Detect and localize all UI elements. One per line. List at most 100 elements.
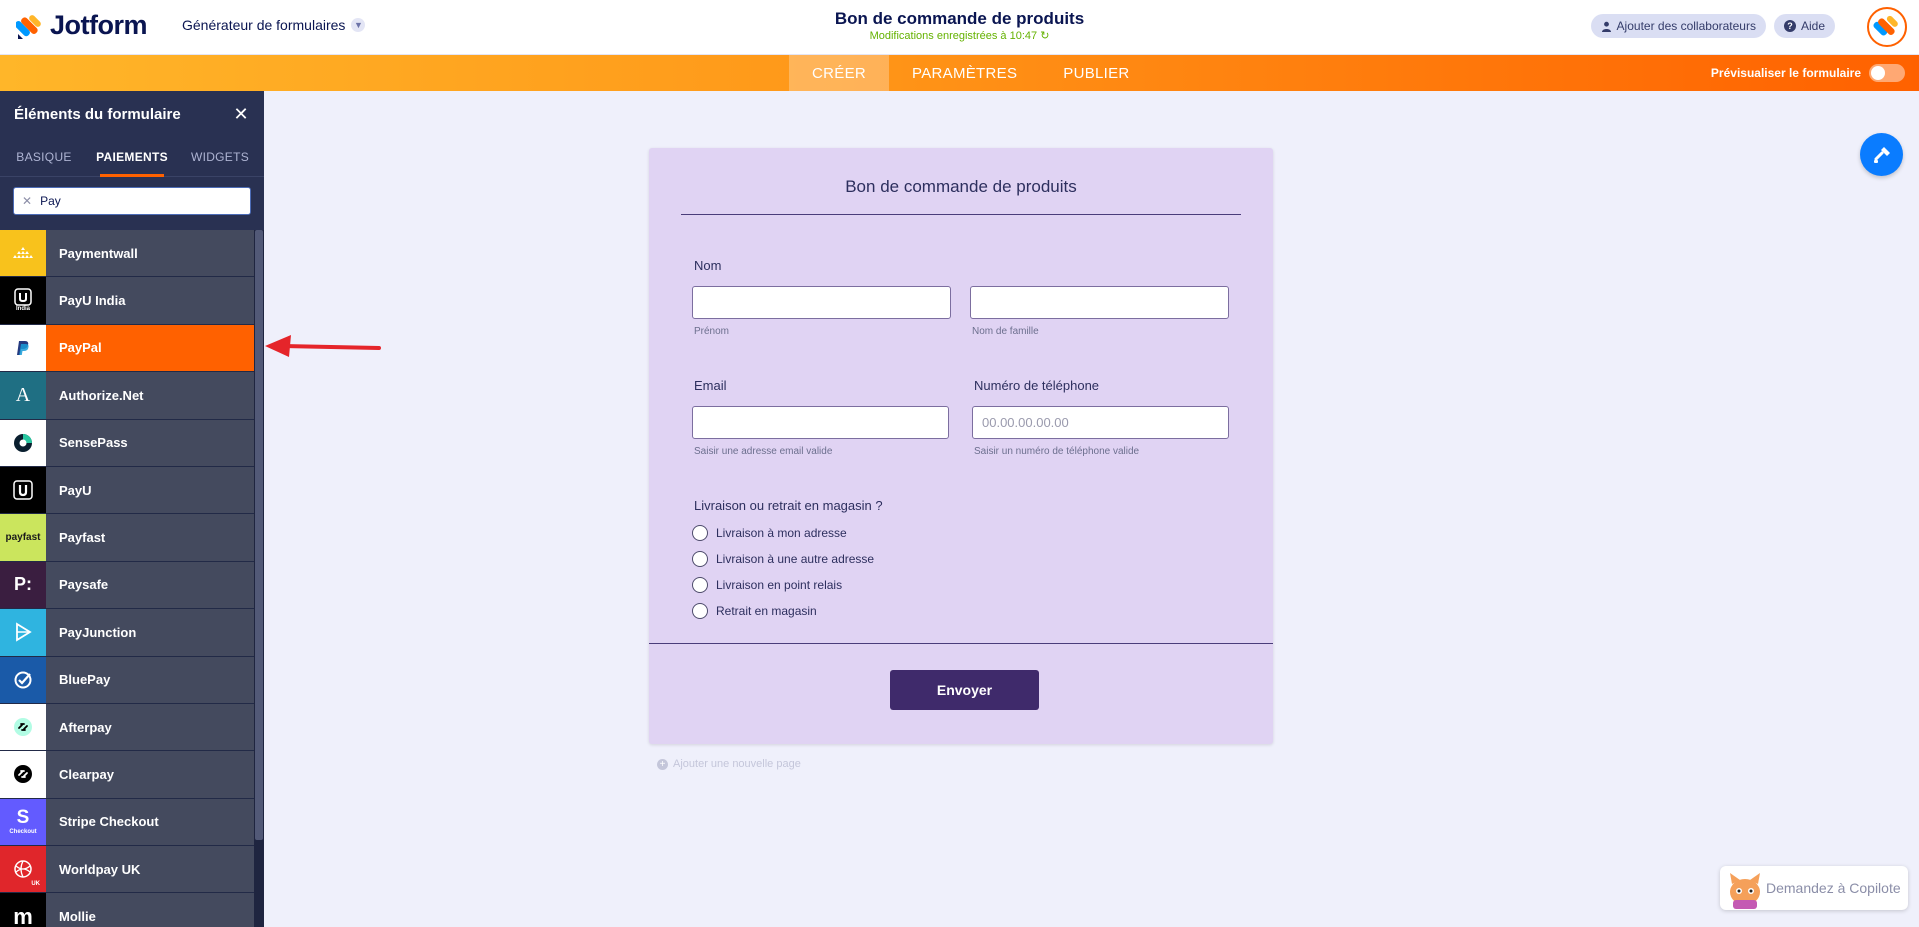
stripe-glyph: S: [16, 807, 30, 829]
form-designer-button[interactable]: [1860, 133, 1903, 176]
authorize-net-icon: A: [0, 372, 46, 419]
list-item-payu[interactable]: PayU: [0, 466, 254, 515]
bluepay-icon: [0, 656, 46, 703]
element-search: ✕: [13, 187, 251, 215]
list-item-afterpay[interactable]: Afterpay: [0, 703, 254, 752]
list-item-sensepass[interactable]: SensePass: [0, 419, 254, 467]
list-item-label: Stripe Checkout: [59, 814, 159, 830]
list-item-paysafe[interactable]: P: Paysafe: [0, 561, 254, 610]
radio-option[interactable]: Livraison en point relais: [692, 577, 842, 593]
close-icon[interactable]: ✕: [232, 105, 250, 123]
list-item-label: Afterpay: [59, 719, 112, 735]
mollie-icon: m: [0, 893, 46, 927]
radio-label: Livraison à mon adresse: [716, 526, 847, 540]
help-button[interactable]: ? Aide: [1773, 14, 1835, 38]
phone-placeholder: 00.00.00.00.00: [982, 415, 1069, 430]
panel-title: Éléments du formulaire: [14, 105, 181, 123]
radio-circle[interactable]: [692, 551, 708, 567]
list-item-label: SensePass: [59, 435, 128, 451]
list-item-paymentwall[interactable]: Paymentwall: [0, 230, 254, 278]
radio-option[interactable]: Livraison à une autre adresse: [692, 551, 874, 567]
clear-search-icon[interactable]: ✕: [22, 194, 32, 208]
paysafe-glyph: P:: [14, 574, 32, 595]
user-icon: [1601, 21, 1611, 32]
radio-circle[interactable]: [692, 603, 708, 619]
plus-icon: +: [657, 758, 668, 770]
form-heading[interactable]: Bon de commande de produits: [649, 177, 1273, 197]
annotation-arrow-icon: [265, 335, 381, 357]
panel-header: Éléments du formulaire ✕: [0, 91, 264, 137]
radio-label: Livraison en point relais: [716, 578, 843, 592]
list-item-label: PayU: [59, 482, 92, 498]
email-field[interactable]: [692, 406, 949, 439]
payjunction-icon: [0, 609, 46, 656]
copilot-label: Demandez à Copilote: [1766, 880, 1901, 896]
form-title-text[interactable]: Bon de commande de produits: [835, 9, 1084, 28]
list-item-payjunction[interactable]: PayJunction: [0, 609, 254, 657]
search-input[interactable]: [40, 194, 241, 208]
last-name-input[interactable]: [970, 286, 1229, 319]
radio-circle[interactable]: [692, 525, 708, 541]
list-item-worldpay-uk[interactable]: UK Worldpay UK: [0, 846, 254, 894]
panel-scrollbar-thumb[interactable]: [255, 230, 263, 840]
payu-icon: [0, 466, 46, 514]
radio-label: Retrait en magasin: [716, 604, 817, 618]
tab-publish[interactable]: PUBLIER: [1040, 55, 1152, 91]
paymentwall-icon: [0, 230, 46, 277]
preview-form: Prévisualiser le formulaire: [1711, 64, 1905, 82]
list-item-payfast[interactable]: payfast Payfast: [0, 514, 254, 562]
refresh-icon: ↻: [1040, 30, 1050, 42]
add-collaborators-button[interactable]: Ajouter des collaborateurs: [1590, 14, 1766, 38]
worldpay-sub: UK: [31, 881, 40, 888]
list-item-payu-india[interactable]: India PayU India: [0, 277, 254, 325]
tab-create[interactable]: CRÉER: [789, 55, 890, 91]
avatar[interactable]: [1867, 7, 1907, 47]
radio-option[interactable]: Livraison à mon adresse: [692, 525, 847, 541]
delivery-label: Livraison ou retrait en magasin ?: [694, 498, 883, 513]
copilot-button[interactable]: Demandez à Copilote: [1720, 866, 1908, 910]
form-canvas: Bon de commande de produits Nom Prénom N…: [649, 148, 1273, 744]
first-name-input[interactable]: [692, 286, 951, 319]
phone-label: Numéro de téléphone: [974, 378, 1100, 393]
preview-form-label: Prévisualiser le formulaire: [1710, 66, 1861, 80]
list-item-paypal[interactable]: PayPal: [0, 324, 254, 373]
submit-button[interactable]: Envoyer: [890, 670, 1039, 710]
list-item-authorize-net[interactable]: A Authorize.Net: [0, 372, 254, 420]
paint-roller-icon: [1873, 146, 1890, 163]
paysafe-icon: P:: [0, 561, 46, 609]
add-new-page-button[interactable]: + Ajouter une nouvelle page: [657, 758, 801, 770]
worldpay-uk-icon: UK: [0, 846, 46, 893]
builder-tabs: CRÉER PARAMÈTRES PUBLIER: [789, 55, 1153, 91]
afterpay-icon: [0, 703, 46, 751]
list-item-mollie[interactable]: m Mollie: [0, 893, 254, 927]
tab-payments[interactable]: PAIEMENTS: [88, 137, 176, 177]
payfast-icon: payfast: [0, 514, 46, 561]
add-collaborators-label: Ajouter des collaborateurs: [1616, 19, 1756, 33]
stripe-sub: Checkout: [9, 829, 37, 836]
list-item-label: Payfast: [59, 530, 106, 546]
list-item-label: PayU India: [59, 293, 126, 309]
list-item-label: Mollie: [59, 909, 96, 925]
list-item-stripe-checkout[interactable]: S Checkout Stripe Checkout: [0, 798, 254, 847]
tab-settings[interactable]: PARAMÈTRES: [889, 55, 1040, 91]
add-new-page-label: Ajouter une nouvelle page: [673, 758, 801, 770]
preview-toggle[interactable]: [1869, 64, 1905, 82]
radio-circle[interactable]: [692, 577, 708, 593]
last-name-hint: Nom de famille: [972, 326, 1039, 337]
clearpay-icon: [0, 751, 46, 798]
list-item-label: Paysafe: [59, 577, 109, 593]
tab-widgets[interactable]: WIDGETS: [176, 137, 264, 176]
form-elements-panel: Éléments du formulaire ✕ BASIQUE PAIEMEN…: [0, 91, 264, 927]
list-item-bluepay[interactable]: BluePay: [0, 656, 254, 704]
payment-list: Paymentwall India PayU India PayPal A Au…: [0, 230, 254, 927]
tab-basic[interactable]: BASIQUE: [0, 137, 88, 176]
radio-option[interactable]: Retrait en magasin: [692, 603, 817, 619]
save-status-text: Modifications enregistrées à 10:47: [869, 30, 1038, 42]
first-name-hint: Prénom: [694, 326, 730, 337]
email-hint: Saisir une adresse email valide: [694, 446, 833, 457]
list-item-clearpay[interactable]: Clearpay: [0, 751, 254, 799]
panel-tabs: BASIQUE PAIEMENTS WIDGETS: [0, 137, 264, 177]
help-icon: ?: [1783, 20, 1796, 32]
phone-field[interactable]: 00.00.00.00.00: [972, 406, 1229, 439]
payu-india-sub: India: [15, 306, 30, 313]
